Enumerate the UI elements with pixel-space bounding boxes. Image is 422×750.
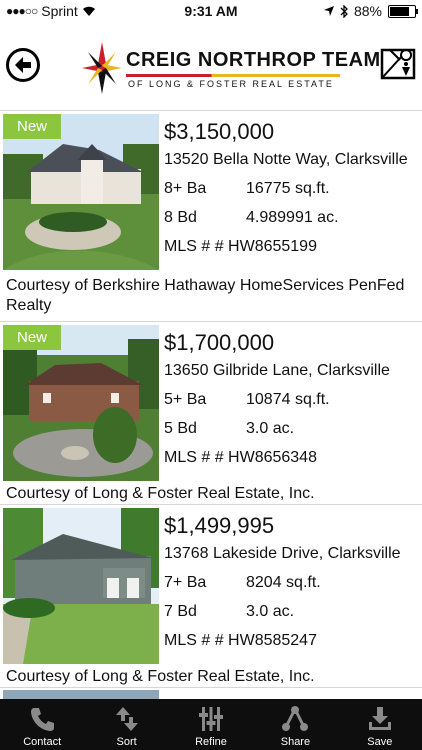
listing-price: $1,700,000 [164,330,275,355]
listing-sqft: 16775 sq.ft. [246,180,330,197]
map-icon[interactable] [380,46,416,82]
listing-address: 13650 Gilbride Lane, Clarksville [164,362,390,379]
share-icon [282,706,309,731]
listing-card[interactable]: New $3,150,000 13520 Bella Notte Way, Cl… [0,111,422,322]
listing-baths: 5+ Ba [164,391,207,408]
listing-card[interactable]: New $1,700,000 13650 Gilbride Lane, Clar… [0,322,422,505]
sliders-icon [199,707,224,731]
tab-label: Refine [195,736,227,748]
listing-sqft: 8204 sq.ft. [246,574,321,591]
listing-card[interactable]: $1,499,995 13768 Lakeside Drive, Clarksv… [0,505,422,688]
team-logo: CREIG NORTHROP TEAM OF LONG & FOSTER REA… [80,40,380,96]
status-bar: ●●●○○ Sprint 9:31 AM 88% [0,0,422,22]
listing-baths: 7+ Ba [164,574,207,591]
listing-beds: 8 Bd [164,209,197,226]
listing-beds: 7 Bd [164,603,197,620]
bluetooth-icon [340,4,348,18]
tab-label: Save [367,736,393,748]
tab-share[interactable]: Share [253,699,337,750]
property-photo[interactable]: New [3,325,159,481]
listing-acres: 3.0 ac. [246,603,295,620]
battery-icon [388,4,418,18]
listing-acres: 4.989991 ac. [246,209,339,226]
bottom-tab-bar: Contact Sort Refine Share Save [0,699,422,750]
tab-label: Contact [23,736,62,748]
listing-courtesy: Courtesy of Long & Foster Real Estate, I… [6,668,315,685]
tab-save[interactable]: Save [338,699,422,750]
new-badge: New [3,114,62,139]
logo-divider [126,74,340,77]
tab-sort[interactable]: Sort [84,699,168,750]
listing-mls: MLS # # HW8656348 [164,449,317,466]
listing-sqft: 10874 sq.ft. [246,391,330,408]
listing-info: $1,700,000 13650 Gilbride Lane, Clarksvi… [164,330,418,467]
phone-icon [31,708,55,731]
listing-courtesy: Courtesy of Berkshire Hathaway HomeServi… [6,277,405,314]
tab-contact[interactable]: Contact [0,699,84,750]
listing-info: $1,499,995 13768 Lakeside Drive, Clarksv… [164,513,418,650]
listing-address: 13520 Bella Notte Way, Clarksville [164,151,408,168]
save-icon [368,707,391,730]
new-badge: New [3,325,62,350]
logo-title: CREIG NORTHROP TEAM [126,49,381,71]
house-image [3,508,159,664]
tab-refine[interactable]: Refine [169,699,253,750]
tab-label: Sort [116,736,137,748]
listing-card-partial[interactable] [3,690,159,699]
location-arrow-icon [323,6,334,16]
listing-price: $3,150,000 [164,119,275,144]
back-button[interactable] [6,48,40,82]
listing-courtesy: Courtesy of Long & Foster Real Estate, I… [6,485,315,502]
listing-beds: 5 Bd [164,420,197,437]
property-photo[interactable]: New [3,114,159,270]
arrow-left-icon [15,57,31,73]
listing-address: 13768 Lakeside Drive, Clarksville [164,545,401,562]
listing-baths: 8+ Ba [164,180,207,197]
listing-price: $1,499,995 [164,513,275,538]
battery-percent: 88% [353,3,382,19]
app-header: CREIG NORTHROP TEAM OF LONG & FOSTER REA… [0,22,422,111]
compass-star-icon [82,42,122,94]
property-photo[interactable] [3,508,159,664]
listing-mls: MLS # # HW8585247 [164,632,317,649]
tab-label: Share [280,736,311,748]
sort-icon [115,707,138,731]
listing-mls: MLS # # HW8655199 [164,238,317,255]
listing-acres: 3.0 ac. [246,420,295,437]
logo-subtitle: OF LONG & FOSTER REAL ESTATE [128,79,334,89]
listing-info: $3,150,000 13520 Bella Notte Way, Clarks… [164,119,418,256]
